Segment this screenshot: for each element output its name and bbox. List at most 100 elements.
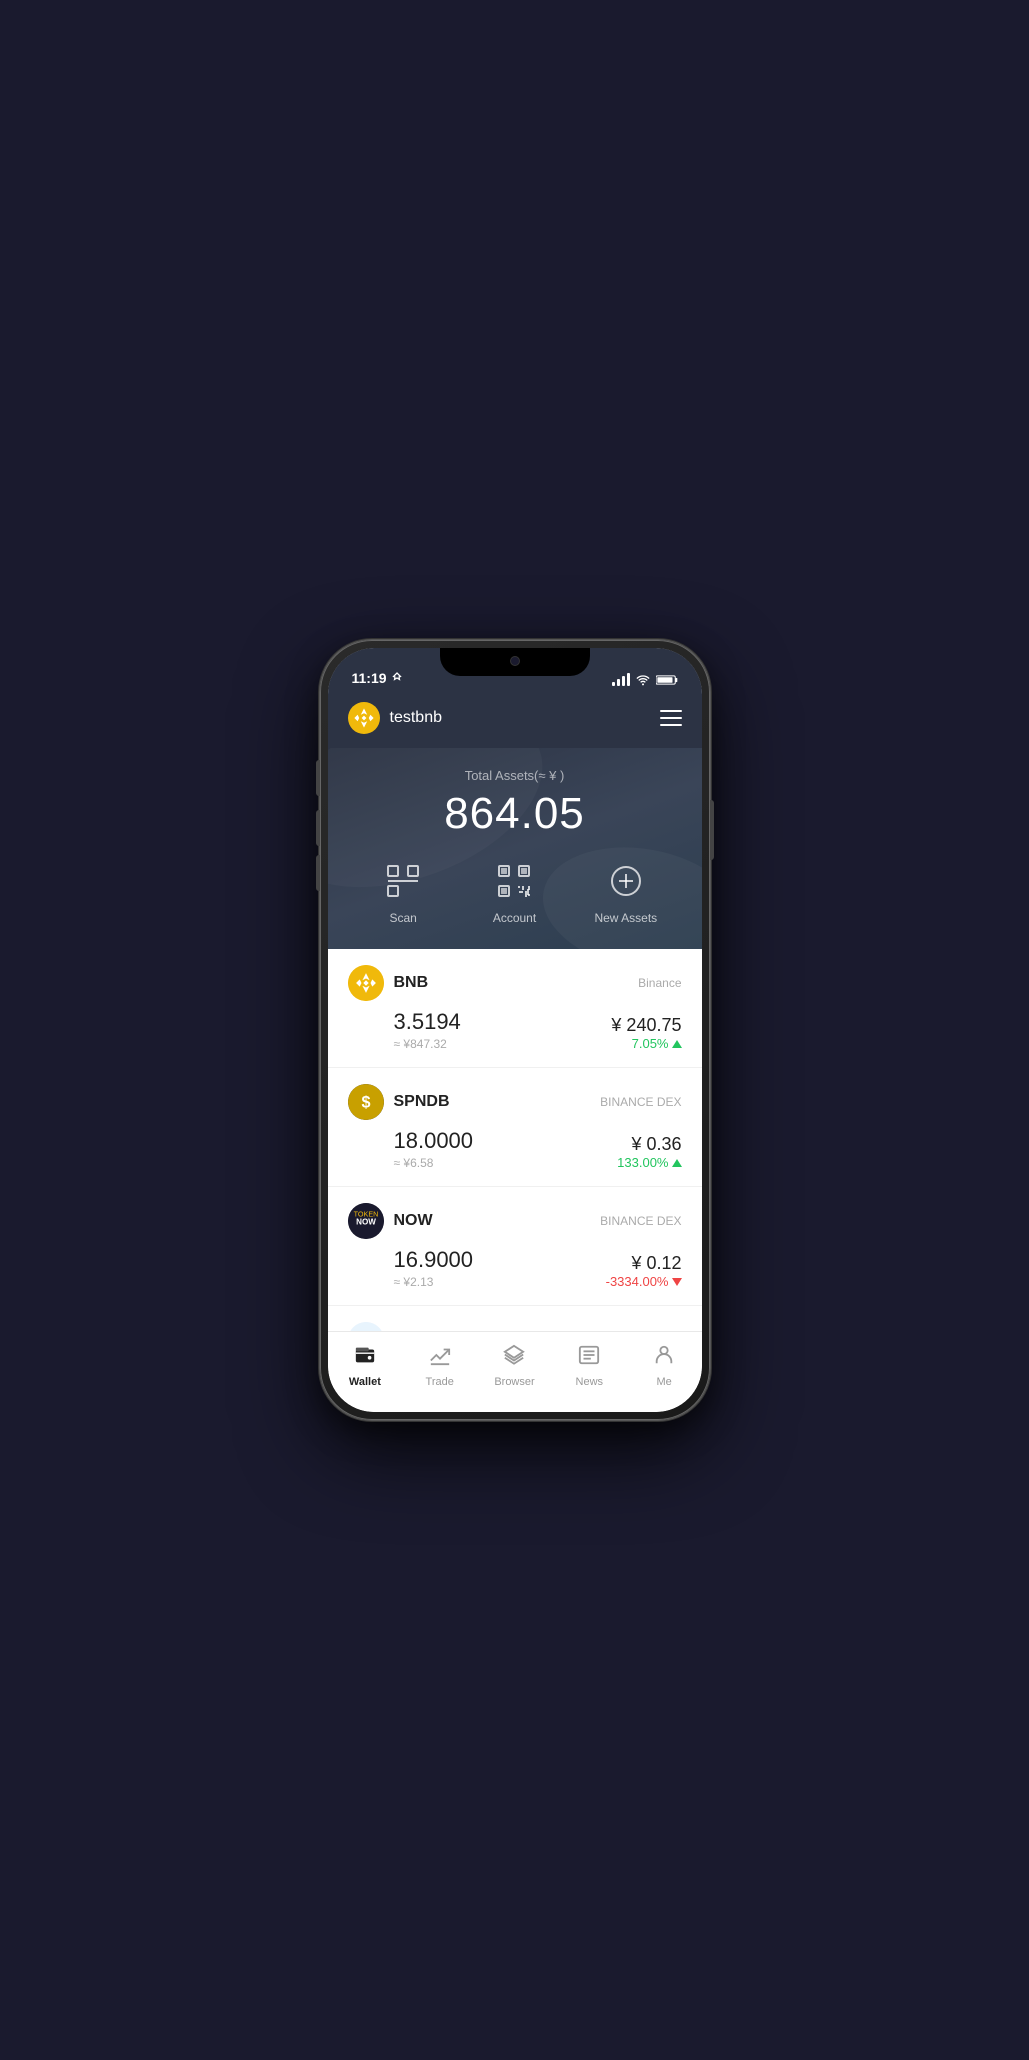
- signal-bar-1: [612, 682, 615, 686]
- app-header: testbnb: [328, 692, 702, 748]
- scan-label: Scan: [389, 911, 416, 925]
- asset-change-bnb: 7.05%: [611, 1036, 681, 1051]
- trade-icon-svg: [429, 1344, 451, 1366]
- svg-text:$: $: [361, 1093, 370, 1111]
- bottom-nav: Wallet Trade: [328, 1331, 702, 1412]
- asset-change-spndb: 133.00%: [617, 1155, 681, 1170]
- asset-change-value-bnb: 7.05%: [632, 1036, 669, 1051]
- arrow-up-spndb: [672, 1159, 682, 1167]
- asset-bottom-now: 16.9000 ≈ ¥2.13 ¥ 0.12 -3334.00%: [348, 1247, 682, 1289]
- account-icon: [492, 859, 536, 903]
- asset-top-spndb: $ SPNDB BINANCE DEX: [348, 1084, 682, 1120]
- hero-actions: Scan: [348, 859, 682, 925]
- asset-amount-now: 16.9000: [394, 1247, 474, 1273]
- wallet-label: Wallet: [349, 1376, 381, 1388]
- asset-fiat-now: ≈ ¥2.13: [394, 1275, 474, 1289]
- hamburger-line-3: [660, 724, 682, 726]
- app-title: testbnb: [390, 709, 442, 727]
- location-icon: [391, 672, 403, 684]
- asset-item-bnb[interactable]: BNB Binance 3.5194 ≈ ¥847.32 ¥ 240.75 7.…: [328, 949, 702, 1068]
- person-icon-svg: [653, 1344, 675, 1366]
- asset-icon-now: NOW TOKEN: [348, 1203, 384, 1239]
- add-circle-icon-svg: [608, 863, 644, 899]
- asset-name-bnb: BNB: [394, 974, 429, 992]
- nav-item-news[interactable]: News: [552, 1340, 627, 1392]
- hamburger-line-1: [660, 710, 682, 712]
- asset-item-now[interactable]: NOW TOKEN NOW BINANCE DEX 16.9000 ≈ ¥2.1…: [328, 1187, 702, 1306]
- new-assets-label: New Assets: [594, 911, 657, 925]
- asset-change-value-spndb: 133.00%: [617, 1155, 668, 1170]
- asset-icon-bnb: [348, 965, 384, 1001]
- asset-price-spndb: ¥ 0.36: [617, 1134, 681, 1155]
- asset-item-mith[interactable]: MITH BINANCE DEX 22.8900 ≈ ¥8.02 ¥ 0.35 …: [328, 1306, 702, 1331]
- asset-top-now: NOW TOKEN NOW BINANCE DEX: [348, 1203, 682, 1239]
- time-display: 11:19: [352, 670, 387, 686]
- nav-item-me[interactable]: Me: [627, 1340, 702, 1392]
- menu-button[interactable]: [660, 710, 682, 726]
- asset-price-now: ¥ 0.12: [606, 1253, 682, 1274]
- asset-name-row-spndb: $ SPNDB: [348, 1084, 450, 1120]
- asset-icon-mith: [348, 1322, 384, 1331]
- nav-item-trade[interactable]: Trade: [402, 1340, 477, 1392]
- status-time: 11:19: [352, 670, 403, 686]
- signal-strength: [612, 673, 630, 686]
- new-assets-action[interactable]: New Assets: [570, 859, 681, 925]
- asset-change-now: -3334.00%: [606, 1274, 682, 1289]
- total-label: Total Assets(≈ ¥ ): [348, 768, 682, 783]
- asset-source-bnb: Binance: [638, 976, 681, 990]
- scan-icon: [381, 859, 425, 903]
- front-camera: [510, 656, 520, 666]
- arrow-down-now: [672, 1278, 682, 1286]
- account-action[interactable]: Account: [459, 859, 570, 925]
- asset-price-bnb: ¥ 240.75: [611, 1015, 681, 1036]
- news-icon-svg: [578, 1344, 600, 1366]
- asset-item-spndb[interactable]: $ SPNDB BINANCE DEX 18.0000 ≈ ¥6.58: [328, 1068, 702, 1187]
- scan-action[interactable]: Scan: [348, 859, 459, 925]
- asset-name-row-now: NOW TOKEN NOW: [348, 1203, 433, 1239]
- asset-bottom-spndb: 18.0000 ≈ ¥6.58 ¥ 0.36 133.00%: [348, 1128, 682, 1170]
- asset-change-value-now: -3334.00%: [606, 1274, 669, 1289]
- asset-amounts-spndb: 18.0000 ≈ ¥6.58: [394, 1128, 474, 1170]
- asset-name-row-bnb: BNB: [348, 965, 429, 1001]
- new-assets-icon: [604, 859, 648, 903]
- wallet-icon-svg: [354, 1344, 376, 1366]
- asset-bottom-bnb: 3.5194 ≈ ¥847.32 ¥ 240.75 7.05%: [348, 1009, 682, 1051]
- news-icon: [578, 1344, 600, 1372]
- qr-icon-svg: [496, 863, 532, 899]
- phone-frame: 11:19: [320, 640, 710, 1420]
- asset-source-now: BINANCE DEX: [600, 1214, 681, 1228]
- notch: [440, 648, 590, 676]
- browser-label: Browser: [494, 1376, 534, 1388]
- news-label: News: [576, 1376, 604, 1388]
- trade-icon: [429, 1344, 451, 1372]
- phone-inner: 11:19: [328, 648, 702, 1412]
- trade-label: Trade: [426, 1376, 454, 1388]
- wifi-icon: [635, 674, 651, 686]
- hero-section: Total Assets(≈ ¥ ) 864.05: [328, 748, 702, 949]
- app-logo: [348, 702, 380, 734]
- asset-price-col-now: ¥ 0.12 -3334.00%: [606, 1253, 682, 1289]
- asset-amounts-bnb: 3.5194 ≈ ¥847.32: [394, 1009, 461, 1051]
- scan-icon-svg: [385, 863, 421, 899]
- me-label: Me: [656, 1376, 671, 1388]
- asset-fiat-spndb: ≈ ¥6.58: [394, 1156, 474, 1170]
- wallet-icon: [354, 1344, 376, 1372]
- svg-text:NOW: NOW: [356, 1218, 376, 1227]
- asset-source-spndb: BINANCE DEX: [600, 1095, 681, 1109]
- me-icon: [653, 1344, 675, 1372]
- svg-text:TOKEN: TOKEN: [353, 1210, 378, 1219]
- asset-name-spndb: SPNDB: [394, 1093, 450, 1111]
- arrow-up-bnb: [672, 1040, 682, 1048]
- header-left: testbnb: [348, 702, 442, 734]
- asset-amount-bnb: 3.5194: [394, 1009, 461, 1035]
- asset-fiat-bnb: ≈ ¥847.32: [394, 1037, 461, 1051]
- signal-bar-4: [627, 673, 630, 686]
- signal-bar-2: [617, 679, 620, 686]
- hamburger-line-2: [660, 717, 682, 719]
- status-icons: [612, 673, 678, 686]
- nav-item-browser[interactable]: Browser: [477, 1340, 552, 1392]
- asset-price-col-bnb: ¥ 240.75 7.05%: [611, 1015, 681, 1051]
- asset-list: BNB Binance 3.5194 ≈ ¥847.32 ¥ 240.75 7.…: [328, 949, 702, 1331]
- nav-item-wallet[interactable]: Wallet: [328, 1340, 403, 1392]
- battery-icon: [656, 674, 678, 686]
